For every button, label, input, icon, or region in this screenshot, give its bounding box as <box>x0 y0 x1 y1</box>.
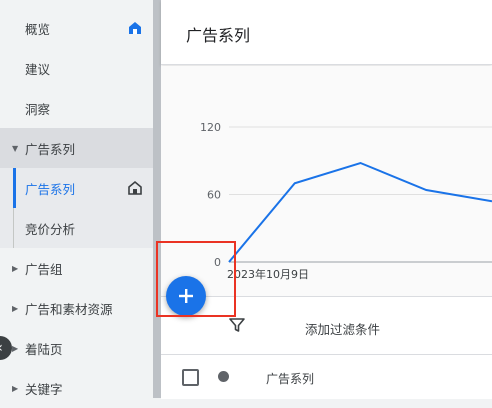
sidebar-item-overview[interactable]: 概览 <box>0 8 153 48</box>
caret-right-icon: ▶ <box>12 304 18 313</box>
select-all-checkbox[interactable] <box>182 369 199 386</box>
table-header: 广告系列 <box>161 354 492 399</box>
add-filter-button[interactable]: 添加过滤条件 <box>305 319 380 338</box>
sidebar-item-label: 建议 <box>25 59 50 78</box>
sidebar-item-campaigns-section[interactable]: ▼ 广告系列 <box>0 128 153 168</box>
chevron-left-icon: ‹ <box>0 340 3 356</box>
sidebar-item-label: 广告系列 <box>25 139 75 158</box>
page-header: 广告系列 <box>161 0 492 65</box>
sidebar-item-label: 着陆页 <box>25 339 63 358</box>
column-header-campaign[interactable]: 广告系列 <box>266 370 314 387</box>
sidebar-item-recommendations[interactable]: 建议 <box>0 48 153 88</box>
series-line <box>229 163 492 262</box>
sidebar-divider[interactable] <box>153 0 161 398</box>
caret-down-icon: ▼ <box>12 144 18 153</box>
sidebar-item-label: 广告组 <box>25 259 63 278</box>
sidebar-item-label: 广告和素材资源 <box>25 299 113 318</box>
sidebar-item-label: 概览 <box>25 19 50 38</box>
sidebar-item-campaigns[interactable]: 广告系列 <box>0 168 153 208</box>
y-tick-label: 60 <box>207 189 221 202</box>
caret-right-icon: ▶ <box>12 344 18 353</box>
page-title: 广告系列 <box>186 22 250 46</box>
sidebar-item-label: 广告系列 <box>25 179 75 198</box>
caret-right-icon: ▶ <box>12 384 18 393</box>
home-icon <box>127 20 143 36</box>
sidebar-item-label: 洞察 <box>25 99 50 118</box>
sub-item-line <box>13 208 14 248</box>
x-tick-label: 2023年10月9日 <box>227 267 309 281</box>
sidebar: 概览 建议 洞察 ▼ 广告系列 广告系列 竞价分析 ▶ 广告组 ▶ 广告和素材资… <box>0 0 153 398</box>
sidebar-item-ads-assets[interactable]: ▶ 广告和素材资源 <box>0 288 153 328</box>
sidebar-item-label: 关键字 <box>25 379 63 398</box>
sidebar-item-insights[interactable]: 洞察 <box>0 88 153 128</box>
status-column-icon <box>218 371 229 382</box>
caret-right-icon: ▶ <box>12 264 18 273</box>
sidebar-item-keywords[interactable]: ▶ 关键字 <box>0 368 153 408</box>
sidebar-item-ad-groups[interactable]: ▶ 广告组 <box>0 248 153 288</box>
home-icon <box>127 180 143 196</box>
sidebar-item-landing-pages[interactable]: ▶ 着陆页 <box>0 328 153 368</box>
filter-icon[interactable] <box>229 317 245 333</box>
sidebar-item-label: 竞价分析 <box>25 219 75 238</box>
highlight-box <box>156 241 236 317</box>
main-panel: 广告系列 1206002023年10月9日 添加过滤条件 广告系列 <box>161 0 492 398</box>
sidebar-item-auction-insights[interactable]: 竞价分析 <box>0 208 153 248</box>
y-tick-label: 120 <box>200 121 221 134</box>
